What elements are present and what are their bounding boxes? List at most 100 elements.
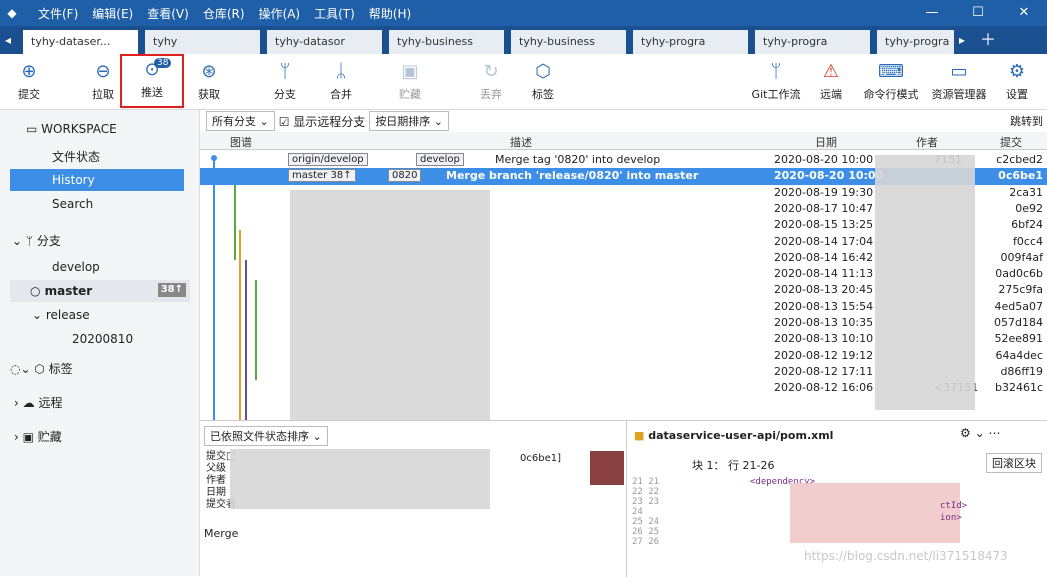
terminal-button[interactable]: ⌨ 命令行模式 bbox=[858, 58, 924, 106]
file-options-icon[interactable]: ⚙ ⌄ ⋯ bbox=[960, 426, 1000, 440]
file-icon: ■ bbox=[634, 429, 649, 442]
menu-repo[interactable]: 仓库(R) bbox=[203, 5, 245, 22]
file-sort-select[interactable]: 已依照文件状态排序 ⌄ bbox=[204, 426, 328, 446]
tab-repo[interactable]: tyhy-progra bbox=[752, 30, 870, 54]
branch-button[interactable]: ᛘ 分支 bbox=[258, 58, 312, 106]
maximize-icon[interactable]: ☐ bbox=[955, 0, 1001, 26]
tab-repo[interactable]: tyhy-progra bbox=[874, 30, 954, 54]
redacted-area bbox=[790, 483, 960, 543]
sidebar-item-search[interactable]: Search bbox=[52, 193, 192, 215]
commit-message: Merge bbox=[204, 527, 239, 540]
stashes-header[interactable]: › ▣ 贮藏 bbox=[14, 426, 214, 448]
commit-date: 2020-08-14 16:42 bbox=[774, 250, 874, 264]
commit-date: 2020-08-20 10:00 bbox=[774, 169, 884, 183]
branch-item-develop[interactable]: develop bbox=[52, 256, 192, 278]
menu-tools[interactable]: 工具(T) bbox=[314, 5, 355, 22]
branch-item-release[interactable]: 20200810 bbox=[72, 328, 192, 350]
tab-repo[interactable]: tyhy bbox=[142, 30, 260, 54]
commit-description: Merge branch 'release/0820' into master bbox=[446, 169, 699, 183]
branch-icon: ⌄ ᛘ bbox=[12, 234, 37, 248]
jump-to-button[interactable]: 跳转到 bbox=[1010, 113, 1043, 129]
stash-icon: › ▣ bbox=[14, 430, 38, 444]
commit-hash: 0c6be1 bbox=[998, 169, 1043, 183]
branch-filter-select[interactable]: 所有分支 ⌄ bbox=[206, 111, 275, 131]
branch-folder-release[interactable]: ⌄ release bbox=[32, 304, 192, 326]
discard-icon: ↻ bbox=[483, 61, 499, 82]
sidebar-item-history[interactable]: History bbox=[10, 169, 184, 191]
new-tab-icon[interactable]: ＋ bbox=[980, 26, 996, 54]
diff-code: ctId> bbox=[940, 501, 968, 511]
ref-tag[interactable]: origin/develop bbox=[288, 153, 368, 166]
arrow-up-circle-icon: ⊙ bbox=[144, 59, 160, 80]
col-date[interactable]: 日期 bbox=[815, 134, 837, 150]
discard-button[interactable]: ↻ 丢弃 bbox=[464, 58, 518, 106]
col-commit[interactable]: 提交 bbox=[1000, 134, 1022, 150]
tab-scroll-left-icon[interactable]: ◂ bbox=[0, 26, 16, 54]
detail-pane: 已依照文件状态排序 ⌄ 提交□ 父级 作者 日期 提交者 0c6be1] Mer… bbox=[200, 420, 1047, 577]
revert-hunk-button[interactable]: 回滚区块 bbox=[986, 453, 1042, 473]
ref-tag[interactable]: develop bbox=[416, 153, 464, 166]
commit-hash: f0cc4 bbox=[1013, 234, 1043, 248]
minimize-icon[interactable]: — bbox=[909, 0, 955, 26]
menu-view[interactable]: 查看(V) bbox=[147, 5, 189, 22]
menu-help[interactable]: 帮助(H) bbox=[369, 5, 411, 22]
push-button[interactable]: ⊙ 38 推送 bbox=[120, 54, 184, 108]
tags-header[interactable]: ◌⌄ ⬡ 标签 bbox=[10, 358, 210, 380]
fetch-icon: ⊛ bbox=[201, 61, 217, 82]
commit-description: Merge tag '0820' into develop bbox=[495, 153, 661, 166]
stash-button[interactable]: ▣ 贮藏 bbox=[383, 58, 437, 106]
col-author[interactable]: 作者 bbox=[916, 134, 938, 150]
chevron-down-icon: ⌄ bbox=[32, 308, 46, 322]
menu-edit[interactable]: 编辑(E) bbox=[92, 5, 133, 22]
stash-icon: ▣ bbox=[401, 61, 419, 82]
tab-repo[interactable]: tyhy-progra bbox=[630, 30, 748, 54]
ahead-badge: 38↑ bbox=[157, 283, 186, 297]
settings-button[interactable]: ⚙ 设置 bbox=[990, 58, 1044, 106]
remote-warning-icon: ⚠ bbox=[822, 61, 840, 82]
commit-hash: 6bf24 bbox=[1011, 218, 1043, 232]
commit-date: 2020-08-13 10:10 bbox=[774, 332, 874, 346]
commit-date: 2020-08-20 10:00 bbox=[774, 153, 874, 166]
workspace-header: ▭ WORKSPACE bbox=[26, 122, 117, 136]
tab-repo[interactable]: tyhy-dataser... bbox=[20, 30, 138, 54]
menu-file[interactable]: 文件(F) bbox=[38, 5, 78, 22]
merge-button[interactable]: ᛦ 合并 bbox=[314, 58, 368, 106]
terminal-icon: ⌨ bbox=[878, 61, 904, 82]
remote-button[interactable]: ⚠ 远端 bbox=[804, 58, 858, 106]
toolbar: ⊕ 提交 ⊖ 拉取 ⊙ 38 推送 ⊛ 获取 ᛘ 分支 ᛦ 合并 ▣ 贮藏 ↻ 丢弃 ⬡ 标签 ᛘG… bbox=[0, 54, 1047, 110]
col-description[interactable]: 描述 bbox=[510, 134, 532, 150]
branches-header[interactable]: ⌄ ᛘ 分支 bbox=[12, 230, 212, 252]
gitflow-button[interactable]: ᛘ Git工作流 bbox=[744, 58, 808, 106]
tab-scroll-right-icon[interactable]: ▸ bbox=[954, 26, 970, 54]
commit-hash: 4ed5a07 bbox=[994, 299, 1044, 313]
remotes-header[interactable]: › ☁ 远程 bbox=[14, 392, 214, 414]
branch-icon: ᛘ bbox=[279, 61, 291, 82]
current-branch-icon: ○ bbox=[30, 284, 45, 298]
sidebar-item-file-status[interactable]: 文件状态 bbox=[52, 146, 192, 168]
gitflow-icon: ᛘ bbox=[770, 61, 782, 82]
commit-button[interactable]: ⊕ 提交 bbox=[2, 58, 56, 106]
avatar bbox=[590, 451, 624, 485]
column-header: 图谱 描述 日期 作者 提交 bbox=[200, 132, 1047, 150]
col-graph[interactable]: 图谱 bbox=[230, 134, 252, 150]
commit-date: 2020-08-15 13:25 bbox=[774, 218, 874, 232]
gear-icon: ⚙ bbox=[1008, 61, 1026, 82]
filter-bar: 所有分支 ⌄ ☑ 显示远程分支 按日期排序 ⌄ 跳转到 bbox=[200, 110, 1047, 132]
close-icon[interactable]: ✕ bbox=[1001, 0, 1047, 26]
sort-select[interactable]: 按日期排序 ⌄ bbox=[369, 111, 450, 131]
explorer-button[interactable]: ▭ 资源管理器 bbox=[924, 58, 994, 106]
line-numbers: 21 21 22 22 23 23 24 25 24 26 25 27 26 bbox=[632, 477, 660, 547]
ref-tag[interactable]: 0820 bbox=[388, 169, 422, 183]
menu-action[interactable]: 操作(A) bbox=[259, 5, 301, 22]
tab-repo[interactable]: tyhy-business bbox=[508, 30, 626, 54]
tag-button[interactable]: ⬡ 标签 bbox=[516, 58, 570, 106]
branch-item-master[interactable]: ○ master 38↑ bbox=[10, 280, 190, 302]
commit-hash: 0ad0c6b bbox=[995, 267, 1043, 281]
fetch-button[interactable]: ⊛ 获取 bbox=[182, 58, 236, 106]
show-remote-checkbox[interactable]: ☑ 显示远程分支 bbox=[279, 113, 366, 130]
commit-hash: 275c9fa bbox=[998, 283, 1043, 297]
tab-repo[interactable]: tyhy-datasor bbox=[264, 30, 382, 54]
menu-bar: ◆ 文件(F) 编辑(E) 查看(V) 仓库(R) 操作(A) 工具(T) 帮助… bbox=[0, 0, 1047, 26]
ref-tag[interactable]: master 38↑ bbox=[288, 169, 356, 183]
tab-repo[interactable]: tyhy-business bbox=[386, 30, 504, 54]
